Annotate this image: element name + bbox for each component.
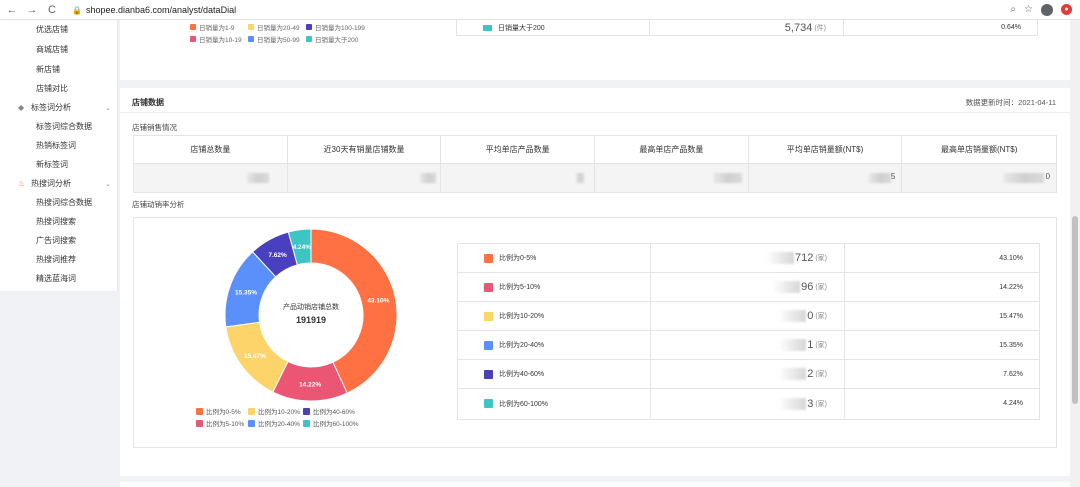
sidebar-item-tag-data[interactable]: 标签词综合数据 — [36, 121, 92, 132]
legend-swatch — [484, 399, 493, 408]
legend-swatch — [483, 24, 492, 31]
sidebar-group-hot-search[interactable]: ♨ 热搜词分析 ⌄ — [18, 178, 111, 189]
column-header: 店铺总数量 — [134, 136, 288, 164]
legend-item[interactable]: 日销量为10-19 — [190, 34, 242, 44]
sidebar-item-hot-recommend[interactable]: 热搜词推荐 — [36, 254, 76, 265]
slice-label: 43.10% — [367, 298, 389, 305]
scrollbar-thumb[interactable] — [1072, 216, 1078, 404]
lock-icon: 🔒 — [72, 5, 82, 15]
sidebar-item-hot-search-data[interactable]: 热搜词综合数据 — [36, 197, 92, 208]
table-row: 比例为20-40% 1 (家) 15.35% — [458, 331, 1039, 360]
star-icon[interactable]: ☆ — [1024, 4, 1033, 15]
sidebar-item-hot-search-query[interactable]: 热搜词搜索 — [36, 216, 76, 227]
sidebar-item-store-compare[interactable]: 店铺对比 — [36, 83, 68, 94]
daily-sales-table-row: 日销量大于200 5,734 (件) 0.64% — [456, 20, 1038, 36]
profile-avatar[interactable] — [1041, 3, 1053, 16]
extension-icon[interactable]: ● — [1061, 4, 1072, 15]
donut-center-label: 产品动销店铺总数 — [283, 302, 339, 311]
chart-legend-item[interactable]: 比例为60-100% — [303, 418, 359, 428]
column-header: 平均单店产品数量 — [441, 136, 596, 164]
chevron-down-icon: ⌄ — [105, 104, 111, 112]
sidebar-item-mall-stores[interactable]: 商城店铺 — [36, 44, 68, 55]
stat-cell — [441, 164, 596, 192]
column-header: 平均单店销量额(NT$) — [748, 136, 903, 164]
pct-value: 0.64% — [1001, 24, 1021, 31]
column-header: 最高单店销量额(NT$) — [902, 136, 1057, 164]
legend-item[interactable]: 日销量为1-9 — [190, 22, 234, 32]
slice-label: 4.24% — [293, 244, 312, 251]
chart-legend-item[interactable]: 比例为20-40% — [248, 418, 300, 428]
chevron-down-icon: ⌄ — [105, 180, 111, 188]
page-scrollbar[interactable] — [1070, 20, 1080, 487]
legend-swatch — [484, 311, 493, 321]
rate-subtitle: 店铺动销率分析 — [132, 200, 185, 209]
donut-center-value: 191919 — [296, 315, 326, 325]
table-row: 比例为40-60% 2 (家) 7.62% — [458, 360, 1039, 389]
sidebar-item-new-tags[interactable]: 新标签词 — [36, 159, 68, 170]
sidebar-item-hot-tags[interactable]: 热销标签词 — [36, 140, 76, 151]
daily-sales-card: 日销量为1-9 日销量为20-49 日销量为100-199 日销量为10-19 … — [120, 20, 1070, 80]
rate-analysis-panel: 43.10% 14.22% 15.47% 15.35% 7.62% 4.24% 产品动销店铺… — [133, 217, 1057, 448]
sidebar-item-premium-stores[interactable]: 优选店铺 — [36, 24, 68, 35]
sidebar: 优选店铺 商城店铺 新店铺 店铺对比 ◆ 标签词分析 ⌄ 标签词综合数据 热销标… — [0, 20, 117, 291]
table-row: 比例为0-5% 712 (家) 43.10% — [458, 244, 1039, 273]
rate-distribution-table: 比例为0-5% 712 (家) 43.10% 比例为5-10% 96 (家) 14.… — [457, 243, 1040, 420]
url-text: shopee.dianba6.com/analyst/dataDial — [85, 4, 237, 15]
stat-cell — [287, 164, 442, 192]
chart-legend-item[interactable]: 比例为0-5% — [196, 406, 241, 416]
table-row: 比例为10-20% 0 (家) 15.47% — [458, 302, 1039, 331]
slice-label: 7.62% — [268, 252, 287, 259]
forward-icon[interactable]: → — [24, 2, 40, 18]
slice-label: 15.35% — [235, 289, 257, 296]
legend-swatch — [484, 369, 493, 379]
chart-legend-item[interactable]: 比例为40-60% — [303, 406, 355, 416]
legend-item[interactable]: 日销量为50-99 — [248, 34, 300, 44]
chart-legend-item[interactable]: 比例为5-10% — [196, 418, 244, 428]
zoom-icon[interactable]: ⌕ — [1010, 4, 1016, 15]
sidebar-item-new-stores[interactable]: 新店铺 — [36, 64, 60, 75]
legend-item[interactable]: 日销量为100-199 — [306, 22, 365, 32]
chart-legend-item[interactable]: 比例为10-20% — [248, 406, 300, 416]
table-row: 比例为60-100% 3 (家) 4.24% — [458, 389, 1039, 418]
donut-chart: 43.10% 14.22% 15.47% 15.35% 7.62% 4.24% 产品动销店铺… — [224, 228, 398, 402]
table-row: 比例为5-10% 96 (家) 14.22% — [458, 273, 1039, 302]
stat-cell: 5 — [748, 164, 903, 192]
count-value: 5,734 — [784, 21, 813, 34]
section-title: 店铺数据 — [132, 98, 164, 107]
stat-cell: 0 — [902, 164, 1057, 192]
address-bar[interactable]: 🔒 shopee.dianba6.com/analyst/dataDial — [72, 5, 1010, 15]
next-card-edge — [120, 482, 1070, 487]
divider — [120, 112, 1070, 113]
back-icon[interactable]: ← — [4, 2, 20, 18]
tag-icon: ◆ — [18, 103, 25, 112]
legend-swatch — [484, 340, 493, 350]
reload-icon[interactable]: C — [44, 2, 60, 18]
sidebar-group-tag-analysis[interactable]: ◆ 标签词分析 ⌄ — [18, 102, 111, 113]
browser-toolbar: ← → C 🔒 shopee.dianba6.com/analyst/dataDi… — [0, 0, 1080, 20]
store-stats-table: 店铺总数量 近30天有销量店铺数量 平均单店产品数量 最高单店产品数量 平均单店… — [133, 135, 1057, 193]
slice-label: 15.47% — [244, 353, 266, 360]
fire-icon: ♨ — [18, 179, 26, 188]
sidebar-item-ad-search[interactable]: 广告词搜索 — [36, 235, 76, 246]
stat-cell — [595, 164, 749, 192]
legend-item[interactable]: 日销量大于200 — [306, 34, 358, 44]
sales-subtitle: 店铺销售情况 — [132, 123, 177, 132]
legend-swatch — [484, 282, 493, 292]
sidebar-item-blue-ocean[interactable]: 精选蓝海词 — [36, 273, 76, 284]
legend-swatch — [484, 253, 493, 263]
column-header: 近30天有销量店铺数量 — [287, 136, 442, 164]
slice-label: 14.22% — [299, 381, 321, 388]
store-data-card: 店铺数据 数据更新时间：2021-04-11 店铺销售情况 店铺总数量 近30天… — [120, 88, 1070, 476]
legend-item[interactable]: 日销量为20-49 — [248, 22, 300, 32]
stat-cell — [134, 164, 288, 192]
update-time: 数据更新时间：2021-04-11 — [965, 98, 1056, 107]
column-header: 最高单店产品数量 — [595, 136, 749, 164]
